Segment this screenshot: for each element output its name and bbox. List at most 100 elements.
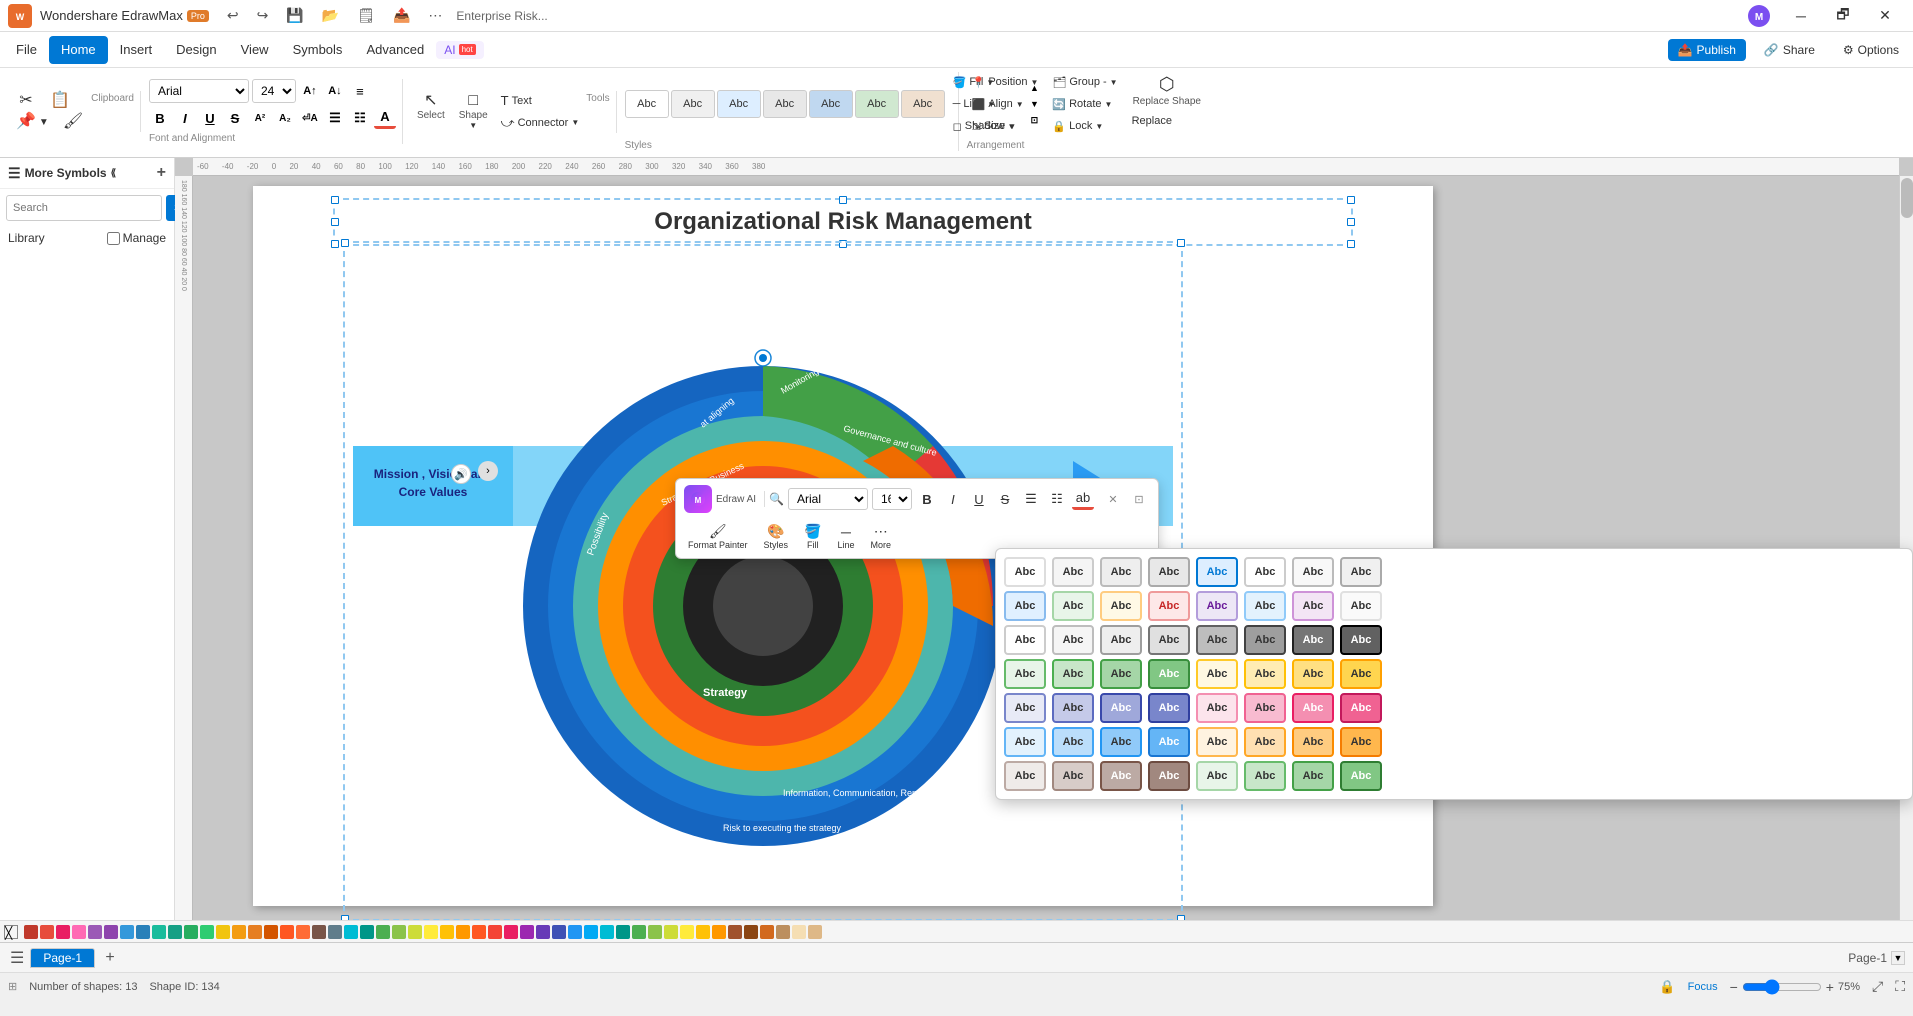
style-popup-box-23[interactable]: Abc (1340, 625, 1382, 655)
open-btn[interactable]: 📂 (316, 5, 345, 26)
group-btn[interactable]: 🗂 Group - ▼ (1047, 72, 1122, 92)
color-dot[interactable] (696, 925, 710, 939)
color-dot[interactable] (312, 925, 326, 939)
style-popup-box-24[interactable]: Abc (1004, 659, 1046, 689)
style-popup-box-26[interactable]: Abc (1100, 659, 1142, 689)
text-btn[interactable]: T Text (496, 91, 585, 111)
color-dot[interactable] (744, 925, 758, 939)
color-dot[interactable] (408, 925, 422, 939)
color-dot[interactable] (664, 925, 678, 939)
color-dot[interactable] (136, 925, 150, 939)
export-btn[interactable]: 📤 (387, 5, 416, 26)
color-dot[interactable] (472, 925, 486, 939)
style-popup-box-43[interactable]: Abc (1148, 727, 1190, 757)
ft-font-select[interactable]: Arial (788, 488, 868, 510)
color-dot[interactable] (120, 925, 134, 939)
text-wrap-btn[interactable]: ⏎A (299, 107, 321, 129)
expand-panel-icon[interactable]: ☰ (8, 165, 21, 182)
bottom-icon[interactable]: ▼ (1891, 951, 1905, 965)
add-panel-btn[interactable]: + (157, 164, 166, 182)
style-popup-box-41[interactable]: Abc (1052, 727, 1094, 757)
style-popup-box-54[interactable]: Abc (1292, 761, 1334, 791)
close-btn[interactable]: ✕ (1865, 0, 1905, 32)
options-btn[interactable]: ⚙ Options (1833, 39, 1909, 61)
manage-checkbox[interactable]: Manage (107, 231, 166, 245)
style-popup-box-34[interactable]: Abc (1100, 693, 1142, 723)
menu-home[interactable]: Home (49, 36, 108, 64)
color-dot[interactable] (440, 925, 454, 939)
color-dot[interactable] (648, 925, 662, 939)
color-dot[interactable] (56, 925, 70, 939)
bullets-btn[interactable]: ☰ (324, 107, 346, 129)
style-popup-box-52[interactable]: Abc (1196, 761, 1238, 791)
color-dot[interactable] (392, 925, 406, 939)
minimize-btn[interactable]: ─ (1781, 0, 1821, 32)
color-dot[interactable] (760, 925, 774, 939)
fullscreen-icon[interactable]: ⛶ (1895, 978, 1905, 995)
style-popup-box-39[interactable]: Abc (1340, 693, 1382, 723)
color-dot[interactable] (680, 925, 694, 939)
style-popup-box-28[interactable]: Abc (1196, 659, 1238, 689)
style-popup-box-3[interactable]: Abc (1148, 557, 1190, 587)
zoom-out-btn[interactable]: − (1730, 979, 1738, 995)
publish-btn[interactable]: 📤 Publish (1668, 39, 1746, 61)
zoom-in-btn[interactable]: + (1826, 979, 1834, 995)
ft-styles-btn[interactable]: 🎨 Styles (760, 521, 793, 552)
menu-advanced[interactable]: Advanced (354, 36, 436, 64)
style-popup-box-8[interactable]: Abc (1004, 591, 1046, 621)
font-size-select[interactable]: 24 (252, 79, 296, 103)
diagram-title-container[interactable]: Organizational Risk Management (333, 198, 1353, 246)
search-input[interactable] (6, 195, 162, 221)
focus-label[interactable]: Focus (1688, 981, 1718, 993)
style-popup-box-55[interactable]: Abc (1340, 761, 1382, 791)
color-dot[interactable] (616, 925, 630, 939)
ft-fill-btn[interactable]: 🪣 Fill (800, 521, 825, 552)
style-popup-box-46[interactable]: Abc (1292, 727, 1334, 757)
style-box-4[interactable]: Abc (763, 90, 807, 118)
color-dot[interactable] (568, 925, 582, 939)
style-popup-box-20[interactable]: Abc (1196, 625, 1238, 655)
style-popup-box-0[interactable]: Abc (1004, 557, 1046, 587)
restore-btn[interactable]: 🗗 (1823, 0, 1863, 32)
style-box-1[interactable]: Abc (625, 90, 669, 118)
bold-btn[interactable]: B (149, 107, 171, 129)
numbering-btn[interactable]: ☷ (349, 107, 371, 129)
color-dot[interactable] (328, 925, 342, 939)
style-popup-box-19[interactable]: Abc (1148, 625, 1190, 655)
color-dot[interactable] (424, 925, 438, 939)
style-popup-box-10[interactable]: Abc (1100, 591, 1142, 621)
undo-btn[interactable]: ↩ (221, 5, 245, 26)
style-popup-box-32[interactable]: Abc (1004, 693, 1046, 723)
ft-numlist-btn[interactable]: ☷ (1046, 488, 1068, 510)
color-dot[interactable] (456, 925, 470, 939)
select-btn[interactable]: ↖ Select (411, 91, 451, 123)
style-popup-box-45[interactable]: Abc (1244, 727, 1286, 757)
style-box-5[interactable]: Abc (809, 90, 853, 118)
italic-btn[interactable]: I (174, 107, 196, 129)
style-popup-box-42[interactable]: Abc (1100, 727, 1142, 757)
color-dot[interactable] (72, 925, 86, 939)
underline-btn[interactable]: U (199, 107, 221, 129)
ft-list-btn[interactable]: ☰ (1020, 488, 1042, 510)
save-btn[interactable]: 💾 (280, 5, 309, 26)
format-paint-btn[interactable]: 🖌 (57, 112, 89, 132)
color-dot[interactable] (40, 925, 54, 939)
ft-more-btn[interactable]: ⋯ More (867, 521, 896, 552)
style-popup-box-4[interactable]: Abc (1196, 557, 1238, 587)
size-btn[interactable]: ⇲ Size ▼ (967, 116, 1044, 136)
user-avatar[interactable]: M (1739, 0, 1779, 32)
color-dot[interactable] (808, 925, 822, 939)
speaker-icon[interactable]: 🔊 (451, 464, 471, 484)
font-increase-btn[interactable]: A↑ (299, 80, 321, 102)
color-dot[interactable] (232, 925, 246, 939)
rotate-btn[interactable]: 🔄 Rotate ▼ (1047, 94, 1122, 114)
style-popup-box-33[interactable]: Abc (1052, 693, 1094, 723)
style-popup-box-22[interactable]: Abc (1292, 625, 1334, 655)
align-btn[interactable]: ≡ (349, 80, 371, 102)
style-popup-box-13[interactable]: Abc (1244, 591, 1286, 621)
style-popup-box-40[interactable]: Abc (1004, 727, 1046, 757)
fit-screen-icon[interactable]: ⤢ (1872, 978, 1883, 995)
more-btn[interactable]: ⋯ (422, 5, 448, 26)
strikethrough-btn[interactable]: S (224, 107, 246, 129)
expand-icon[interactable]: › (478, 461, 498, 481)
